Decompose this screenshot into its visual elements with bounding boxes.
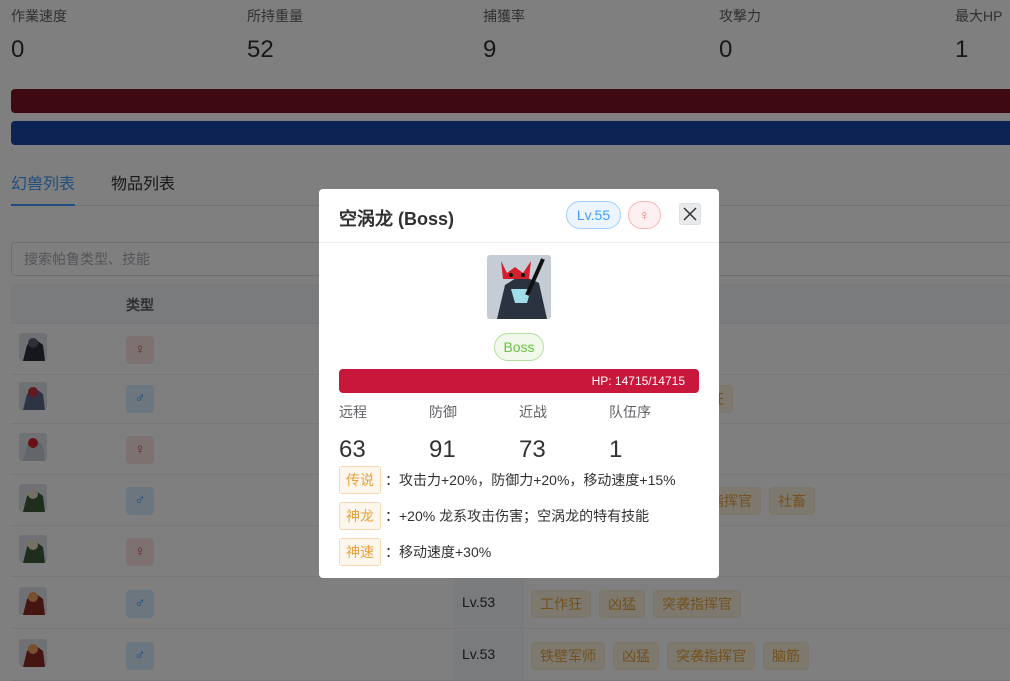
stat-label: 防御	[429, 404, 457, 420]
stat-value: 63	[339, 436, 366, 463]
passive-skill: 神速 ：移动速度+30%	[339, 538, 491, 566]
stat-value: 91	[429, 436, 456, 463]
dialog-title: 空涡龙 (Boss)	[339, 209, 455, 229]
passive-skill: 传说 ：攻击力+20%，防御力+20%，移动速度+15%	[339, 466, 676, 494]
hp-text: HP: 14715/14715	[591, 374, 685, 388]
passive-skill-desc: ：+20% 龙系攻击伤害；空涡龙的特有技能	[385, 508, 650, 524]
stat-label: 队伍序	[609, 404, 651, 420]
close-button[interactable]	[679, 203, 701, 225]
close-icon	[683, 207, 697, 221]
passive-skill-tag: 传说	[339, 466, 381, 494]
passive-skill-desc: ：移动速度+30%	[385, 544, 492, 560]
passive-skill-tag: 神龙	[339, 502, 381, 530]
stat-ranged: 远程 63	[339, 402, 367, 464]
stat-value: 73	[519, 436, 546, 463]
stat-label: 近战	[519, 404, 547, 420]
passive-skill: 神龙 ：+20% 龙系攻击伤害；空涡龙的特有技能	[339, 502, 649, 530]
pal-detail-dialog: 空涡龙 (Boss) Lv.55 ♀ Boss HP: 14715/14715 …	[319, 189, 719, 578]
gender-badge: ♀	[628, 201, 661, 229]
stat-defense: 防御 91	[429, 402, 457, 464]
boss-tag: Boss	[494, 333, 544, 361]
stat-label: 远程	[339, 404, 367, 420]
passive-skill-tag: 神速	[339, 538, 381, 566]
passive-skill-desc: ：攻击力+20%，防御力+20%，移动速度+15%	[385, 472, 676, 488]
stat-value: 1	[609, 436, 623, 463]
level-badge: Lv.55	[566, 201, 621, 229]
stat-melee: 近战 73	[519, 402, 547, 464]
dialog-header: 空涡龙 (Boss) Lv.55 ♀	[319, 189, 719, 243]
pal-portrait	[487, 255, 551, 319]
stat-team-order: 队伍序 1	[609, 402, 651, 464]
hp-bar: HP: 14715/14715	[339, 369, 699, 393]
